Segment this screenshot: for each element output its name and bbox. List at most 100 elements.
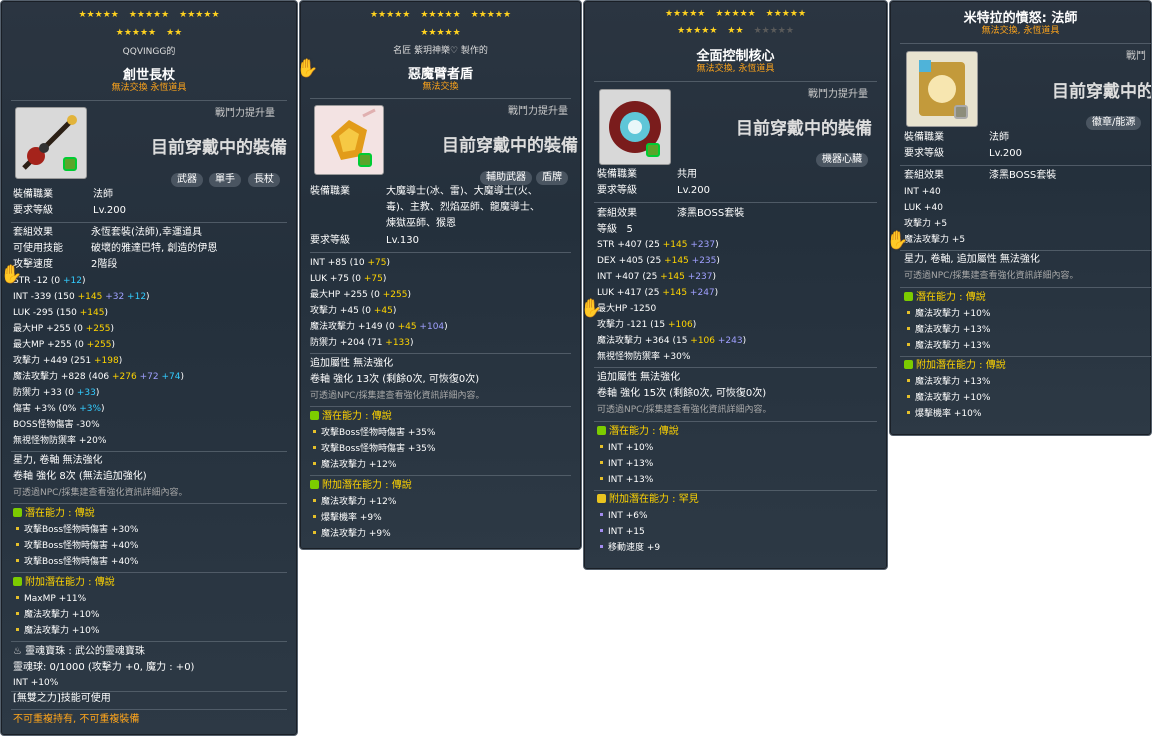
- add-potential-line: 魔法攻擊力 +13%: [904, 377, 990, 388]
- stat-damage: 傷害 +3% (0% +3%): [13, 404, 105, 414]
- shield-icon: [314, 105, 384, 175]
- set-value: 漆黑BOSS套裝: [989, 170, 1057, 181]
- add-potential-line: INT +6%: [597, 511, 648, 522]
- stars-group: ★★★★★: [420, 28, 461, 38]
- stars-group: ★★★★★: [664, 9, 706, 19]
- stat-defense: 防禦力 +33 (0 +33): [13, 388, 100, 398]
- potential-title: 潛在能力 : 傳說: [904, 292, 986, 304]
- potential-icon: [904, 292, 913, 301]
- potential-icon: [310, 480, 319, 489]
- star-force-row-2: ★★★★★: [300, 28, 581, 38]
- stat-magic-attack: 魔法攻擊力 +5: [904, 235, 966, 245]
- set-label: 套組效果: [13, 227, 53, 238]
- current-equipped-label: 目前穿戴中的裝備: [442, 136, 578, 156]
- npc-note: 可透過NPC/採集建查看強化資訊詳細內容。: [13, 488, 188, 498]
- item-title: 惡魔臂者盾: [407, 67, 473, 82]
- stars-group: ★★★★★: [420, 10, 461, 20]
- soul-int: INT +10%: [13, 678, 59, 688]
- npc-note: 可透過NPC/採集建查看強化資訊詳細內容。: [597, 405, 772, 415]
- stat-boss-damage: BOSS怪物傷害 -30%: [13, 420, 100, 430]
- req-level-value: Lv.130: [386, 235, 419, 246]
- potential-icon: [904, 360, 913, 369]
- current-equipped-label: 目前穿戴中的裝備: [151, 138, 287, 158]
- stat-str: STR -12 (0 +12): [13, 276, 86, 286]
- set-value: 漆黑BOSS套裝: [677, 208, 745, 219]
- potential-line: 攻擊Boss怪物時傷害 +30%: [13, 525, 138, 536]
- tooltip-heart: ★★★★★ ★★★★★ ★★★★★ ★★★★★ ★★ ★★★★★ 全面控制核心 無法交換…: [583, 0, 888, 570]
- job-label: 裝備職業: [904, 132, 944, 143]
- stars-group: ★★★★★: [179, 10, 220, 20]
- hand-cursor-icon: ✋: [580, 298, 603, 319]
- potential-line: INT +13%: [597, 459, 653, 470]
- hand-cursor-icon: ✋: [296, 58, 319, 79]
- tag-staff: 長杖: [248, 173, 280, 187]
- req-level-label: 要求等級: [310, 235, 350, 246]
- add-potential-line: MaxMP +11%: [13, 594, 86, 605]
- tag-secondary-weapon: 輔助武器: [480, 171, 532, 185]
- stat-attack: 攻擊力 +449 (251 +198): [13, 356, 123, 366]
- item-subtitle: 無法交換: [422, 82, 459, 92]
- boost-label: 戰鬥力提升量: [508, 106, 568, 117]
- tag-weapon: 武器: [171, 173, 203, 187]
- skill-label: 可使用技能: [13, 243, 63, 254]
- potential-line: 魔法攻擊力 +13%: [904, 325, 990, 336]
- lock-icon: [646, 143, 660, 157]
- stat-attack: 攻擊力 +5: [904, 219, 948, 229]
- stars-group: ★★: [727, 26, 744, 36]
- tag-shield: 盾牌: [536, 171, 568, 185]
- tag-badge-emblem: 徽章/能源: [1086, 116, 1142, 130]
- stars-group: ★★★★★: [715, 9, 756, 19]
- set-label: 套組效果: [597, 208, 637, 219]
- add-potential-line: 爆擊機率 +9%: [310, 513, 382, 524]
- stars-group: ★★★★★: [115, 28, 157, 38]
- potential-title: 潛在能力 : 傳說: [310, 411, 392, 423]
- stat-magic-attack: 魔法攻擊力 +364 (15 +106 +243): [597, 336, 747, 346]
- stat-maxhp: 最大HP +255 (0 +255): [310, 290, 411, 300]
- boost-label: 戰鬥力提升量: [808, 89, 868, 100]
- stars-group: ★★★★★: [765, 9, 807, 19]
- stat-int: INT +40: [904, 187, 941, 197]
- potential-title: 潛在能力 : 傳說: [597, 426, 679, 438]
- stat-maxhp: 最大HP -1250: [597, 304, 657, 314]
- add-potential-line: 魔法攻擊力 +10%: [13, 626, 99, 637]
- flame-icon: ♨: [13, 646, 26, 657]
- add-potential-title: 附加潛在能力 : 罕見: [597, 494, 699, 506]
- potential-icon: [13, 508, 22, 517]
- tooltip-badge: 米特拉的憤怒: 法師 無法交換, 永恆道具 戰鬥 目前穿戴中的 徽章/能源 裝備…: [889, 0, 1152, 436]
- stat-magic-attack: 魔法攻擊力 +828 (406 +276 +72 +74): [13, 372, 184, 382]
- stat-luk: LUK +417 (25 +145 +247): [597, 288, 719, 298]
- stat-int: INT -339 (150 +145 +32 +12): [13, 292, 150, 302]
- set-label: 套組效果: [904, 170, 944, 181]
- job-label: 裝備職業: [310, 186, 350, 197]
- add-potential-line: 移動速度 +9: [597, 543, 660, 554]
- job-value-line: 毒)、主教、烈焰巫師、龍魔導士、: [386, 202, 540, 213]
- add-potential-title: 附加潛在能力 : 傳說: [13, 577, 115, 589]
- item-subtitle: 無法交換, 永恆道具: [696, 64, 775, 74]
- job-value: 法師: [989, 132, 1009, 143]
- item-title: 米特拉的憤怒: 法師: [963, 11, 1078, 26]
- add-potential-line: 魔法攻擊力 +10%: [13, 610, 99, 621]
- potential-line: 魔法攻擊力 +12%: [310, 460, 396, 471]
- stat-luk: LUK +40: [904, 203, 943, 213]
- item-subtitle: 無法交換 永恆道具: [111, 83, 187, 93]
- heart-core-icon: [599, 89, 671, 165]
- skill-available-note: [無雙之力]技能可使用: [13, 693, 111, 704]
- star-force-row-2: ★★★★★ ★★: [1, 28, 297, 38]
- item-subtitle: 無法交換, 永恆道具: [981, 26, 1060, 36]
- lock-icon: [63, 157, 77, 171]
- star-scroll-note: 星力, 卷軸, 追加屬性 無法強化: [904, 254, 1040, 265]
- stat-ignore-def: 無視怪物防禦率 +20%: [13, 436, 107, 446]
- potential-icon: [597, 494, 606, 503]
- item-level: 等級 5: [597, 224, 633, 235]
- stat-attack: 攻擊力 -121 (15 +106): [597, 320, 697, 330]
- stat-int: INT +407 (25 +145 +237): [597, 272, 716, 282]
- stat-str: STR +407 (25 +145 +237): [597, 240, 719, 250]
- job-value-line: 大魔導士(冰、雷)、大魔導士(火、: [386, 186, 538, 197]
- current-equipped-label: 目前穿戴中的裝備: [736, 119, 872, 139]
- lock-icon: [358, 153, 372, 167]
- item-title: 全面控制核心: [696, 49, 775, 64]
- stat-maxmp: 最大MP +255 (0 +255): [13, 340, 115, 350]
- tooltip-staff: ★★★★★ ★★★★★ ★★★★★ ★★★★★ ★★ QQVINGG的 創世長杖 無法…: [0, 0, 298, 736]
- stars-group: ★★★★★: [677, 26, 718, 36]
- add-potential-line: 爆擊機率 +10%: [904, 409, 981, 420]
